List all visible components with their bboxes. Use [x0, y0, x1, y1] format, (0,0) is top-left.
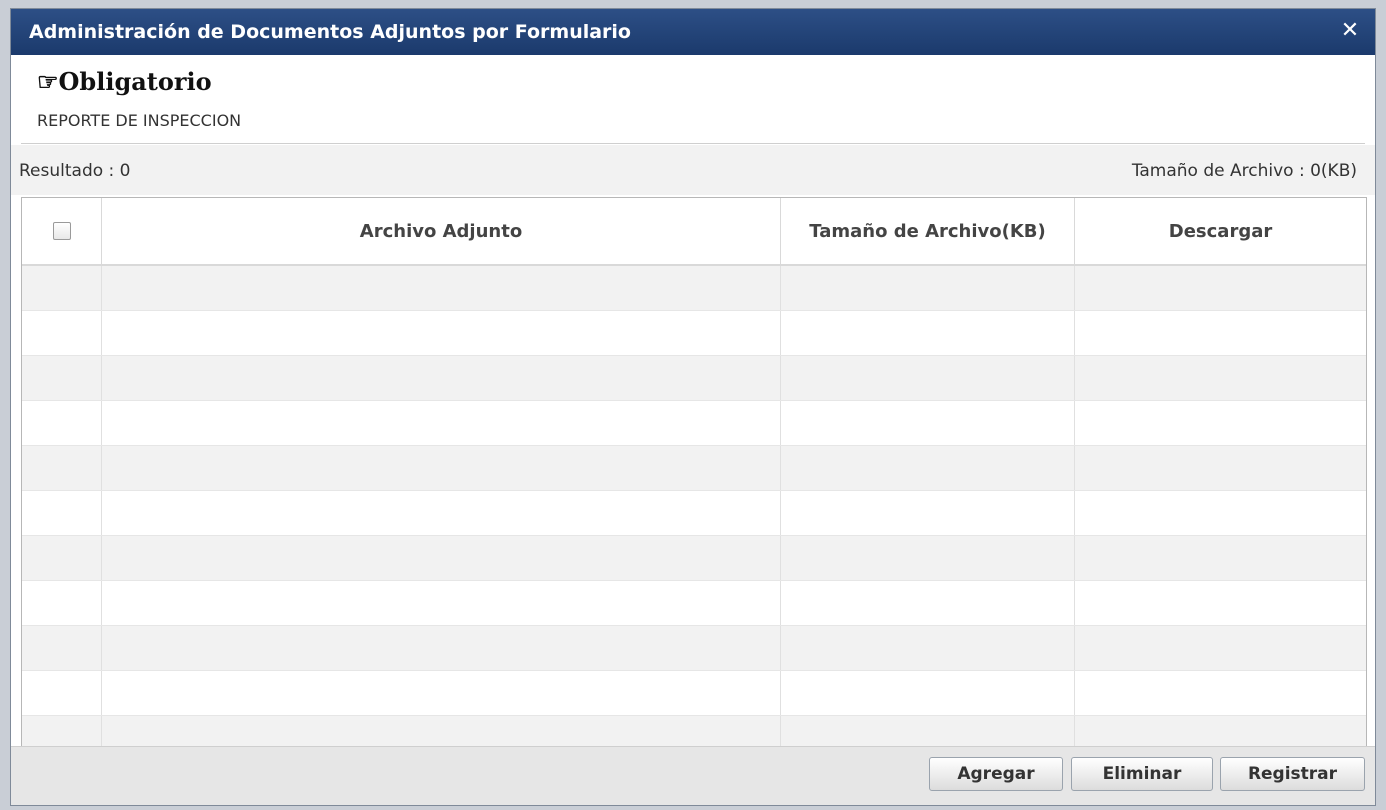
summary-bar: Resultado : 0 Tamaño de Archivo : 0(KB)	[11, 145, 1375, 195]
register-button[interactable]: Registrar	[1220, 757, 1365, 791]
empty-cell	[22, 581, 102, 625]
empty-cell	[102, 446, 781, 490]
empty-table-row	[22, 716, 1366, 748]
empty-cell	[781, 716, 1075, 748]
empty-cell	[102, 401, 781, 445]
empty-table-row	[22, 446, 1366, 491]
empty-cell	[1075, 491, 1366, 535]
empty-cell	[22, 671, 102, 715]
select-all-cell	[22, 198, 102, 264]
dialog-footer: Agregar Eliminar Registrar	[11, 746, 1375, 805]
empty-cell	[1075, 401, 1366, 445]
empty-cell	[781, 266, 1075, 310]
heading-text: Obligatorio	[58, 67, 212, 96]
empty-cell	[781, 491, 1075, 535]
empty-cell	[1075, 356, 1366, 400]
form-name: REPORTE DE INSPECCION	[37, 111, 242, 130]
column-header-download[interactable]: Descargar	[1075, 198, 1366, 264]
empty-cell	[1075, 716, 1366, 748]
empty-cell	[22, 446, 102, 490]
empty-cell	[22, 356, 102, 400]
empty-cell	[1075, 536, 1366, 580]
empty-table-row	[22, 491, 1366, 536]
empty-cell	[781, 311, 1075, 355]
empty-cell	[22, 626, 102, 670]
dialog-content: ☞Obligatorio REPORTE DE INSPECCION Resul…	[11, 55, 1375, 805]
attachments-dialog: Administración de Documentos Adjuntos po…	[10, 8, 1376, 806]
empty-cell	[781, 671, 1075, 715]
table-header: Archivo Adjunto Tamaño de Archivo(KB) De…	[22, 198, 1366, 266]
table-body	[22, 266, 1366, 748]
empty-cell	[781, 536, 1075, 580]
empty-cell	[1075, 626, 1366, 670]
column-header-file-size[interactable]: Tamaño de Archivo(KB)	[781, 198, 1075, 264]
empty-cell	[102, 266, 781, 310]
empty-table-row	[22, 266, 1366, 311]
empty-cell	[1075, 671, 1366, 715]
empty-cell	[102, 716, 781, 748]
empty-cell	[102, 626, 781, 670]
empty-cell	[1075, 266, 1366, 310]
select-all-checkbox[interactable]	[52, 222, 71, 240]
pointing-hand-icon: ☞	[37, 67, 59, 96]
empty-table-row	[22, 536, 1366, 581]
empty-table-row	[22, 671, 1366, 716]
empty-cell	[102, 581, 781, 625]
dialog-title: Administración de Documentos Adjuntos po…	[29, 21, 631, 43]
empty-cell	[102, 671, 781, 715]
empty-cell	[1075, 311, 1366, 355]
empty-cell	[22, 491, 102, 535]
empty-cell	[22, 716, 102, 748]
add-button[interactable]: Agregar	[929, 757, 1063, 791]
divider	[21, 143, 1365, 144]
total-file-size: Tamaño de Archivo : 0(KB)	[1131, 161, 1357, 181]
close-icon[interactable]: ✕	[1337, 18, 1363, 44]
empty-cell	[1075, 446, 1366, 490]
empty-table-row	[22, 311, 1366, 356]
empty-cell	[781, 446, 1075, 490]
empty-cell	[781, 356, 1075, 400]
result-count: Resultado : 0	[19, 161, 131, 181]
section-heading: ☞Obligatorio	[37, 67, 212, 96]
empty-table-row	[22, 626, 1366, 671]
empty-cell	[781, 401, 1075, 445]
empty-cell	[102, 311, 781, 355]
empty-cell	[102, 356, 781, 400]
empty-cell	[22, 311, 102, 355]
empty-table-row	[22, 401, 1366, 446]
attachments-table: Archivo Adjunto Tamaño de Archivo(KB) De…	[21, 197, 1367, 749]
empty-table-row	[22, 356, 1366, 401]
empty-cell	[102, 491, 781, 535]
empty-cell	[22, 536, 102, 580]
empty-cell	[1075, 581, 1366, 625]
empty-cell	[781, 581, 1075, 625]
empty-cell	[22, 266, 102, 310]
empty-cell	[22, 401, 102, 445]
delete-button[interactable]: Eliminar	[1071, 757, 1213, 791]
empty-cell	[781, 626, 1075, 670]
dialog-titlebar: Administración de Documentos Adjuntos po…	[11, 9, 1375, 55]
column-header-attachment[interactable]: Archivo Adjunto	[102, 198, 781, 264]
empty-cell	[102, 536, 781, 580]
empty-table-row	[22, 581, 1366, 626]
